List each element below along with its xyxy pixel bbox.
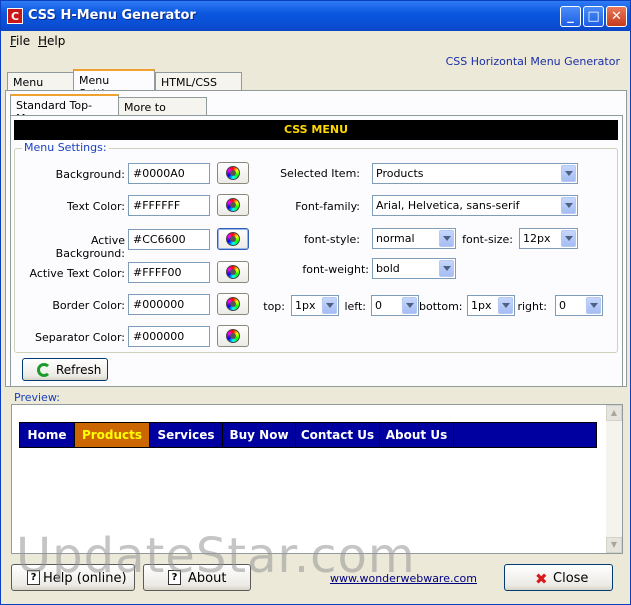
background-label: Background: [55,168,125,181]
preview-menu: Home Products Services Buy Now Contact U… [19,422,597,448]
chevron-down-icon[interactable] [561,230,576,247]
chevron-down-icon[interactable] [586,297,601,314]
font-weight-select[interactable]: bold [372,258,456,279]
close-button[interactable]: ✖ Close [504,564,613,591]
color-wheel-icon [226,166,240,180]
refresh-button[interactable]: Refresh [22,358,108,381]
maximize-icon: □ [587,9,600,24]
minimize-button[interactable]: _ [560,6,581,27]
active-text-color-input[interactable]: #FFFF00 [128,262,210,283]
chevron-down-icon[interactable] [322,297,337,314]
window-title: CSS H-Menu Generator [28,8,196,23]
active-text-color-label: Active Text Color: [29,267,126,280]
padding-top-select[interactable]: 1px [291,295,339,316]
padding-top-label: top: [263,300,285,313]
border-color-label: Border Color: [52,299,125,312]
font-family-select[interactable]: Arial, Helvetica, sans-serif [372,195,578,216]
close-icon: ✕ [611,9,622,24]
font-size-label: font-size: [462,233,513,246]
tab-standard-top-menu[interactable]: Standard Top-Menu [10,94,119,125]
padding-left-label: left: [344,300,366,313]
close-x-icon: ✖ [535,570,548,588]
color-wheel-icon [226,232,240,246]
font-size-select[interactable]: 12px [519,228,578,249]
separator-color-input[interactable]: #000000 [128,326,210,347]
css-menu-banner: CSS MENU [14,120,618,140]
border-color-input[interactable]: #000000 [128,294,210,315]
font-weight-label: font-weight: [302,263,369,276]
minimize-icon: _ [567,9,574,24]
close-window-button[interactable]: ✕ [606,6,627,27]
color-wheel-icon [226,297,240,311]
tab-menu-items[interactable]: Menu Items [7,72,74,102]
preview-menu-item-contact-us[interactable]: Contact Us [296,423,380,447]
color-wheel-icon [226,265,240,279]
active-background-label: Active Background: [55,234,125,260]
tab-more-to-come[interactable]: More to Come... [118,97,207,127]
title-bar[interactable]: C CSS H-Menu Generator _ □ ✕ [1,1,630,31]
color-wheel-icon [226,329,240,343]
tab-menu-settings[interactable]: Menu Settings [73,69,155,100]
font-style-label: font-style: [304,233,360,246]
text-color-input[interactable]: #FFFFFF [128,195,210,216]
active-text-color-picker-button[interactable] [217,261,249,283]
padding-right-select[interactable]: 0 [555,295,603,316]
scroll-down-icon[interactable]: ▼ [606,537,622,553]
menu-settings-legend: Menu Settings: [22,141,109,154]
refresh-icon [37,363,51,377]
menu-bar: File Help [5,32,625,50]
color-wheel-icon [226,198,240,212]
text-color-picker-button[interactable] [217,194,249,216]
preview-menu-item-buy-now[interactable]: Buy Now [223,423,296,447]
separator-color-picker-button[interactable] [217,325,249,347]
chevron-down-icon[interactable] [498,297,513,314]
selected-item-select[interactable]: Products [372,163,578,184]
active-background-input[interactable]: #CC6600 [128,229,210,250]
preview-legend: Preview: [14,391,60,404]
font-style-select[interactable]: normal [372,228,456,249]
active-background-picker-button[interactable] [217,228,249,250]
watermark: UpdateStar.com [16,528,416,584]
tab-html-css-code[interactable]: HTML/CSS Code [155,72,242,102]
preview-menu-item-about-us[interactable]: About Us [380,423,454,447]
preview-menu-item-home[interactable]: Home [20,423,75,447]
scroll-up-icon[interactable]: ▲ [606,405,622,421]
maximize-button[interactable]: □ [583,6,604,27]
padding-bottom-label: bottom: [419,300,463,313]
app-window: C CSS H-Menu Generator _ □ ✕ File Help C… [0,0,631,605]
background-color-input[interactable]: #0000A0 [128,163,210,184]
separator-color-label: Separator Color: [34,331,125,344]
chevron-down-icon[interactable] [439,230,454,247]
chevron-down-icon[interactable] [561,197,576,214]
padding-right-label: right: [517,300,547,313]
chevron-down-icon[interactable] [561,165,576,182]
font-family-label: Font-family: [295,200,360,213]
padding-left-select[interactable]: 0 [371,295,419,316]
selected-item-label: Selected Item: [280,167,360,180]
menu-help[interactable]: Help [38,34,65,48]
chevron-down-icon[interactable] [402,297,417,314]
app-subtitle: CSS Horizontal Menu Generator [445,55,620,68]
menu-file[interactable]: File [10,34,30,48]
preview-menu-item-services[interactable]: Services [150,423,223,447]
preview-menu-item-products[interactable]: Products [75,423,150,447]
padding-bottom-select[interactable]: 1px [467,295,515,316]
text-color-label: Text Color: [67,200,125,213]
app-icon: C [7,8,23,24]
background-color-picker-button[interactable] [217,162,249,184]
preview-scrollbar[interactable]: ▲ ▼ [606,405,622,553]
border-color-picker-button[interactable] [217,293,249,315]
chevron-down-icon[interactable] [439,260,454,277]
